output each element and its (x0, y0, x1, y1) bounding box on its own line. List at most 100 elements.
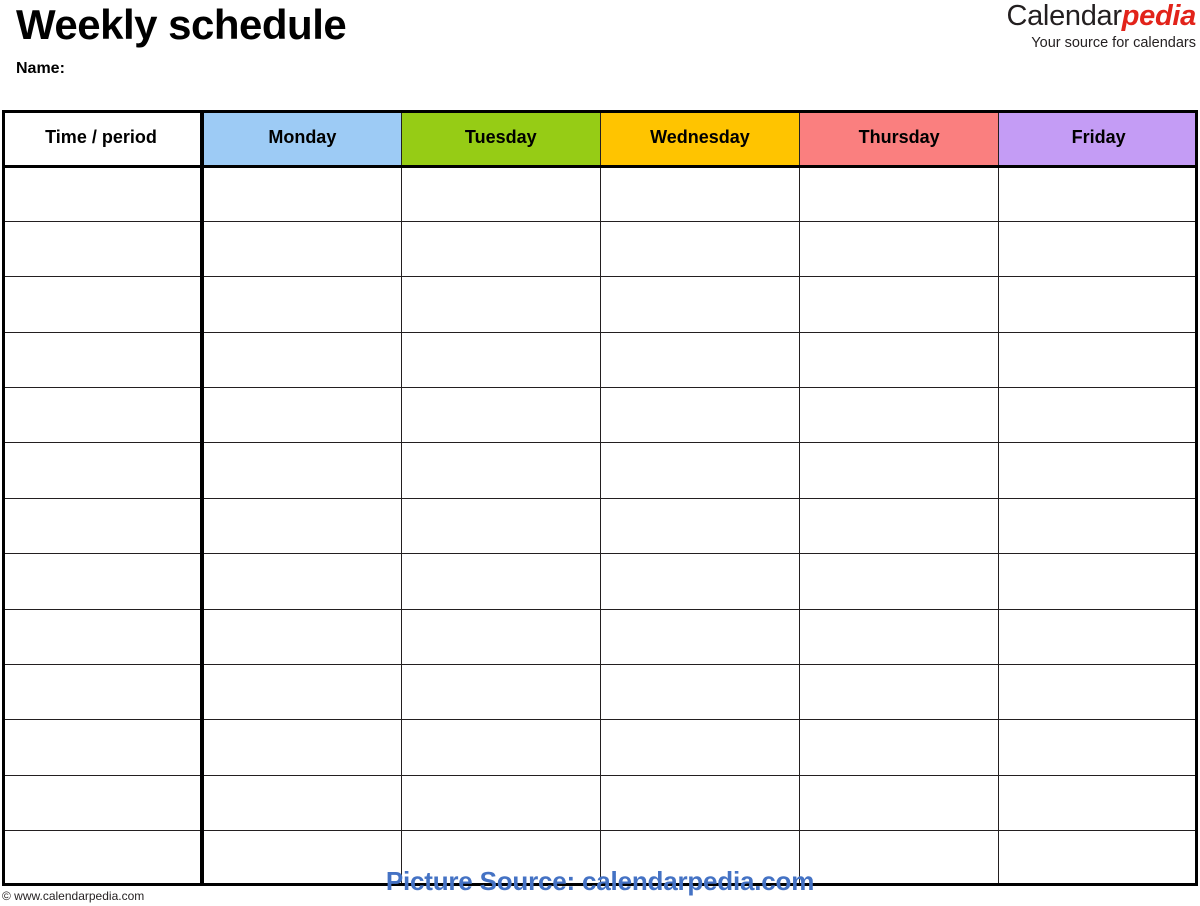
cell-tuesday[interactable] (401, 332, 601, 389)
brand-tagline: Your source for calendars (1031, 35, 1196, 51)
cell-monday[interactable] (202, 498, 402, 555)
cell-wednesday[interactable] (600, 276, 801, 333)
cell-time[interactable] (2, 664, 204, 721)
table-row (2, 553, 1198, 610)
table-header-row-group: Time / period Monday Tuesday Wednesday Thurs… (2, 110, 1198, 168)
cell-friday[interactable] (998, 332, 1198, 389)
cell-friday[interactable] (998, 775, 1198, 832)
cell-friday[interactable] (998, 553, 1198, 610)
column-header-friday: Friday (998, 110, 1198, 168)
cell-monday[interactable] (202, 221, 402, 278)
cell-time[interactable] (2, 442, 204, 499)
table-row (2, 664, 1198, 721)
cell-tuesday[interactable] (401, 442, 601, 499)
cell-thursday[interactable] (799, 221, 1000, 278)
cell-tuesday[interactable] (401, 719, 601, 776)
cell-friday[interactable] (998, 387, 1198, 444)
cell-time[interactable] (2, 332, 204, 389)
cell-wednesday[interactable] (600, 775, 801, 832)
cell-monday[interactable] (202, 166, 402, 222)
cell-wednesday[interactable] (600, 442, 801, 499)
cell-time[interactable] (2, 775, 204, 832)
calendarpedia-logo: Calendarpedia Your source for calendars (1006, 0, 1196, 52)
table-row (2, 276, 1198, 333)
cell-time[interactable] (2, 553, 204, 610)
cell-friday[interactable] (998, 609, 1198, 666)
cell-thursday[interactable] (799, 609, 1000, 666)
cell-wednesday[interactable] (600, 166, 801, 222)
cell-tuesday[interactable] (401, 553, 601, 610)
column-header-thursday: Thursday (799, 110, 1000, 168)
cell-thursday[interactable] (799, 498, 1000, 555)
cell-friday[interactable] (998, 719, 1198, 776)
table-row (2, 609, 1198, 666)
cell-thursday[interactable] (799, 166, 1000, 222)
cell-time[interactable] (2, 498, 204, 555)
cell-friday[interactable] (998, 276, 1198, 333)
cell-tuesday[interactable] (401, 387, 601, 444)
cell-thursday[interactable] (799, 276, 1000, 333)
cell-wednesday[interactable] (600, 719, 801, 776)
table-row (2, 775, 1198, 832)
cell-tuesday[interactable] (401, 498, 601, 555)
cell-thursday[interactable] (799, 775, 1000, 832)
cell-wednesday[interactable] (600, 664, 801, 721)
cell-wednesday[interactable] (600, 498, 801, 555)
cell-thursday[interactable] (799, 332, 1000, 389)
cell-monday[interactable] (202, 775, 402, 832)
column-header-time: Time / period (2, 110, 204, 168)
cell-monday[interactable] (202, 830, 402, 887)
brand-word-pedia: pedia (1121, 0, 1197, 32)
table-row (2, 387, 1198, 444)
cell-monday[interactable] (202, 387, 402, 444)
table-row (2, 719, 1198, 776)
cell-tuesday[interactable] (401, 609, 601, 666)
cell-thursday[interactable] (799, 830, 1000, 887)
cell-wednesday[interactable] (600, 553, 801, 610)
cell-monday[interactable] (202, 553, 402, 610)
cell-thursday[interactable] (799, 664, 1000, 721)
table-row (2, 166, 1198, 222)
cell-tuesday[interactable] (401, 276, 601, 333)
cell-monday[interactable] (202, 442, 402, 499)
cell-friday[interactable] (998, 498, 1198, 555)
copyright-notice: © www.calendarpedia.com (2, 889, 145, 903)
cell-thursday[interactable] (799, 553, 1000, 610)
cell-monday[interactable] (202, 332, 402, 389)
page-title: Weekly schedule (16, 1, 347, 48)
table-row (2, 332, 1198, 389)
cell-friday[interactable] (998, 442, 1198, 499)
cell-friday[interactable] (998, 664, 1198, 721)
cell-tuesday[interactable] (401, 830, 601, 887)
cell-tuesday[interactable] (401, 166, 601, 222)
cell-time[interactable] (2, 166, 204, 222)
cell-wednesday[interactable] (600, 830, 801, 887)
cell-friday[interactable] (998, 830, 1198, 887)
cell-tuesday[interactable] (401, 664, 601, 721)
table-row (2, 221, 1198, 278)
cell-wednesday[interactable] (600, 387, 801, 444)
cell-friday[interactable] (998, 166, 1198, 222)
cell-time[interactable] (2, 221, 204, 278)
cell-thursday[interactable] (799, 719, 1000, 776)
cell-wednesday[interactable] (600, 609, 801, 666)
page-header: Weekly schedule Name: Calendarpedia Your… (0, 0, 1200, 110)
cell-monday[interactable] (202, 719, 402, 776)
cell-monday[interactable] (202, 664, 402, 721)
cell-thursday[interactable] (799, 442, 1000, 499)
cell-time[interactable] (2, 719, 204, 776)
weekly-schedule-table: Time / period Monday Tuesday Wednesday Thurs… (2, 110, 1198, 887)
cell-wednesday[interactable] (600, 221, 801, 278)
cell-time[interactable] (2, 276, 204, 333)
cell-tuesday[interactable] (401, 221, 601, 278)
cell-thursday[interactable] (799, 387, 1000, 444)
cell-tuesday[interactable] (401, 775, 601, 832)
cell-time[interactable] (2, 387, 204, 444)
cell-time[interactable] (2, 609, 204, 666)
table-row (2, 442, 1198, 499)
cell-monday[interactable] (202, 609, 402, 666)
cell-wednesday[interactable] (600, 332, 801, 389)
cell-friday[interactable] (998, 221, 1198, 278)
cell-time[interactable] (2, 830, 204, 887)
cell-monday[interactable] (202, 276, 402, 333)
